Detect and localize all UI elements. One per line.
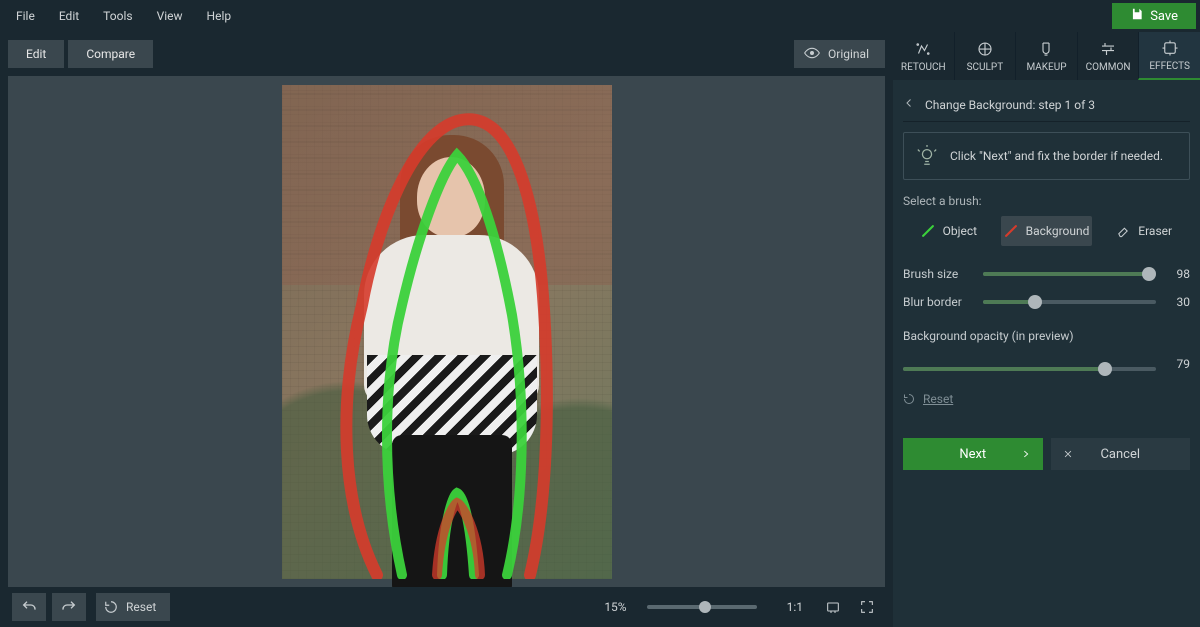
opacity-value: 79 bbox=[1164, 357, 1190, 371]
menu-edit[interactable]: Edit bbox=[47, 1, 91, 31]
reset-link[interactable]: Reset bbox=[903, 392, 1190, 406]
bottom-bar: Reset 15% 1:1 bbox=[8, 587, 885, 627]
tab-effects[interactable]: EFFECTS bbox=[1138, 32, 1200, 80]
edit-button[interactable]: Edit bbox=[8, 40, 64, 68]
menubar: File Edit Tools View Help Save bbox=[0, 0, 1200, 32]
blur-border-slider[interactable]: Blur border 30 bbox=[903, 288, 1190, 316]
redo-button[interactable] bbox=[52, 593, 86, 621]
menu-view[interactable]: View bbox=[145, 1, 195, 31]
reset-link-label: Reset bbox=[923, 392, 953, 406]
brush-background[interactable]: Background bbox=[1001, 216, 1093, 246]
opacity-label: Background opacity (in preview) bbox=[903, 329, 1074, 343]
brush-selector: Object Background Eraser bbox=[903, 216, 1190, 246]
hint-box: Click "Next" and fix the border if neede… bbox=[903, 132, 1190, 180]
zoom-slider[interactable] bbox=[647, 605, 757, 609]
save-icon bbox=[1130, 7, 1144, 25]
tab-retouch-label: RETOUCH bbox=[901, 62, 946, 73]
fit-screen-button[interactable] bbox=[823, 597, 843, 617]
tool-tabs: RETOUCH SCULPT MAKEUP COMMON EFFECTS bbox=[893, 32, 1200, 80]
blur-border-value: 30 bbox=[1164, 295, 1190, 309]
save-label: Save bbox=[1150, 9, 1178, 24]
cancel-label: Cancel bbox=[1100, 447, 1140, 462]
photo bbox=[282, 85, 612, 579]
tab-makeup-label: MAKEUP bbox=[1026, 62, 1066, 73]
tab-makeup[interactable]: MAKEUP bbox=[1015, 32, 1077, 80]
tab-sculpt[interactable]: SCULPT bbox=[954, 32, 1016, 80]
chevron-left-icon bbox=[903, 97, 915, 112]
brush-size-slider[interactable]: Brush size 98 bbox=[903, 260, 1190, 288]
next-label: Next bbox=[959, 447, 986, 462]
brush-section-label: Select a brush: bbox=[903, 194, 1190, 208]
menu-file[interactable]: File bbox=[4, 1, 47, 31]
menu-tools[interactable]: Tools bbox=[91, 1, 144, 31]
cancel-button[interactable]: Cancel bbox=[1051, 438, 1191, 470]
toolbar: Edit Compare Original bbox=[8, 38, 885, 70]
brush-size-label: Brush size bbox=[903, 267, 975, 281]
tab-effects-label: EFFECTS bbox=[1149, 61, 1190, 72]
brush-eraser[interactable]: Eraser bbox=[1098, 216, 1190, 246]
original-label: Original bbox=[828, 47, 869, 61]
opacity-slider[interactable]: 79 bbox=[903, 350, 1190, 378]
brush-background-label: Background bbox=[1026, 224, 1090, 238]
canvas[interactable] bbox=[8, 76, 885, 587]
breadcrumb[interactable]: Change Background: step 1 of 3 bbox=[903, 88, 1190, 122]
brush-object-label: Object bbox=[943, 224, 977, 238]
brush-size-value: 98 bbox=[1164, 267, 1190, 281]
reset-button[interactable]: Reset bbox=[96, 593, 170, 621]
hint-text: Click "Next" and fix the border if neede… bbox=[950, 149, 1163, 163]
selection-strokes bbox=[282, 85, 612, 579]
zoom-ratio-button[interactable]: 1:1 bbox=[787, 600, 803, 614]
lightbulb-icon bbox=[916, 145, 938, 167]
tab-retouch[interactable]: RETOUCH bbox=[893, 32, 954, 80]
breadcrumb-label: Change Background: step 1 of 3 bbox=[925, 98, 1095, 112]
next-button[interactable]: Next bbox=[903, 438, 1043, 470]
undo-button[interactable] bbox=[12, 593, 46, 621]
tab-sculpt-label: SCULPT bbox=[967, 62, 1004, 73]
menu-help[interactable]: Help bbox=[195, 1, 244, 31]
tab-common-label: COMMON bbox=[1086, 62, 1131, 73]
zoom-value: 15% bbox=[604, 600, 626, 614]
brush-eraser-label: Eraser bbox=[1138, 224, 1172, 238]
tab-common[interactable]: COMMON bbox=[1077, 32, 1139, 80]
save-button[interactable]: Save bbox=[1112, 3, 1196, 29]
reset-label: Reset bbox=[126, 600, 156, 614]
original-toggle[interactable]: Original bbox=[794, 40, 885, 68]
blur-border-label: Blur border bbox=[903, 295, 975, 309]
eye-icon bbox=[804, 47, 820, 62]
brush-object[interactable]: Object bbox=[903, 216, 995, 246]
fullscreen-button[interactable] bbox=[857, 597, 877, 617]
chevron-right-icon bbox=[1021, 449, 1031, 459]
close-icon bbox=[1063, 449, 1073, 459]
compare-button[interactable]: Compare bbox=[68, 40, 153, 68]
